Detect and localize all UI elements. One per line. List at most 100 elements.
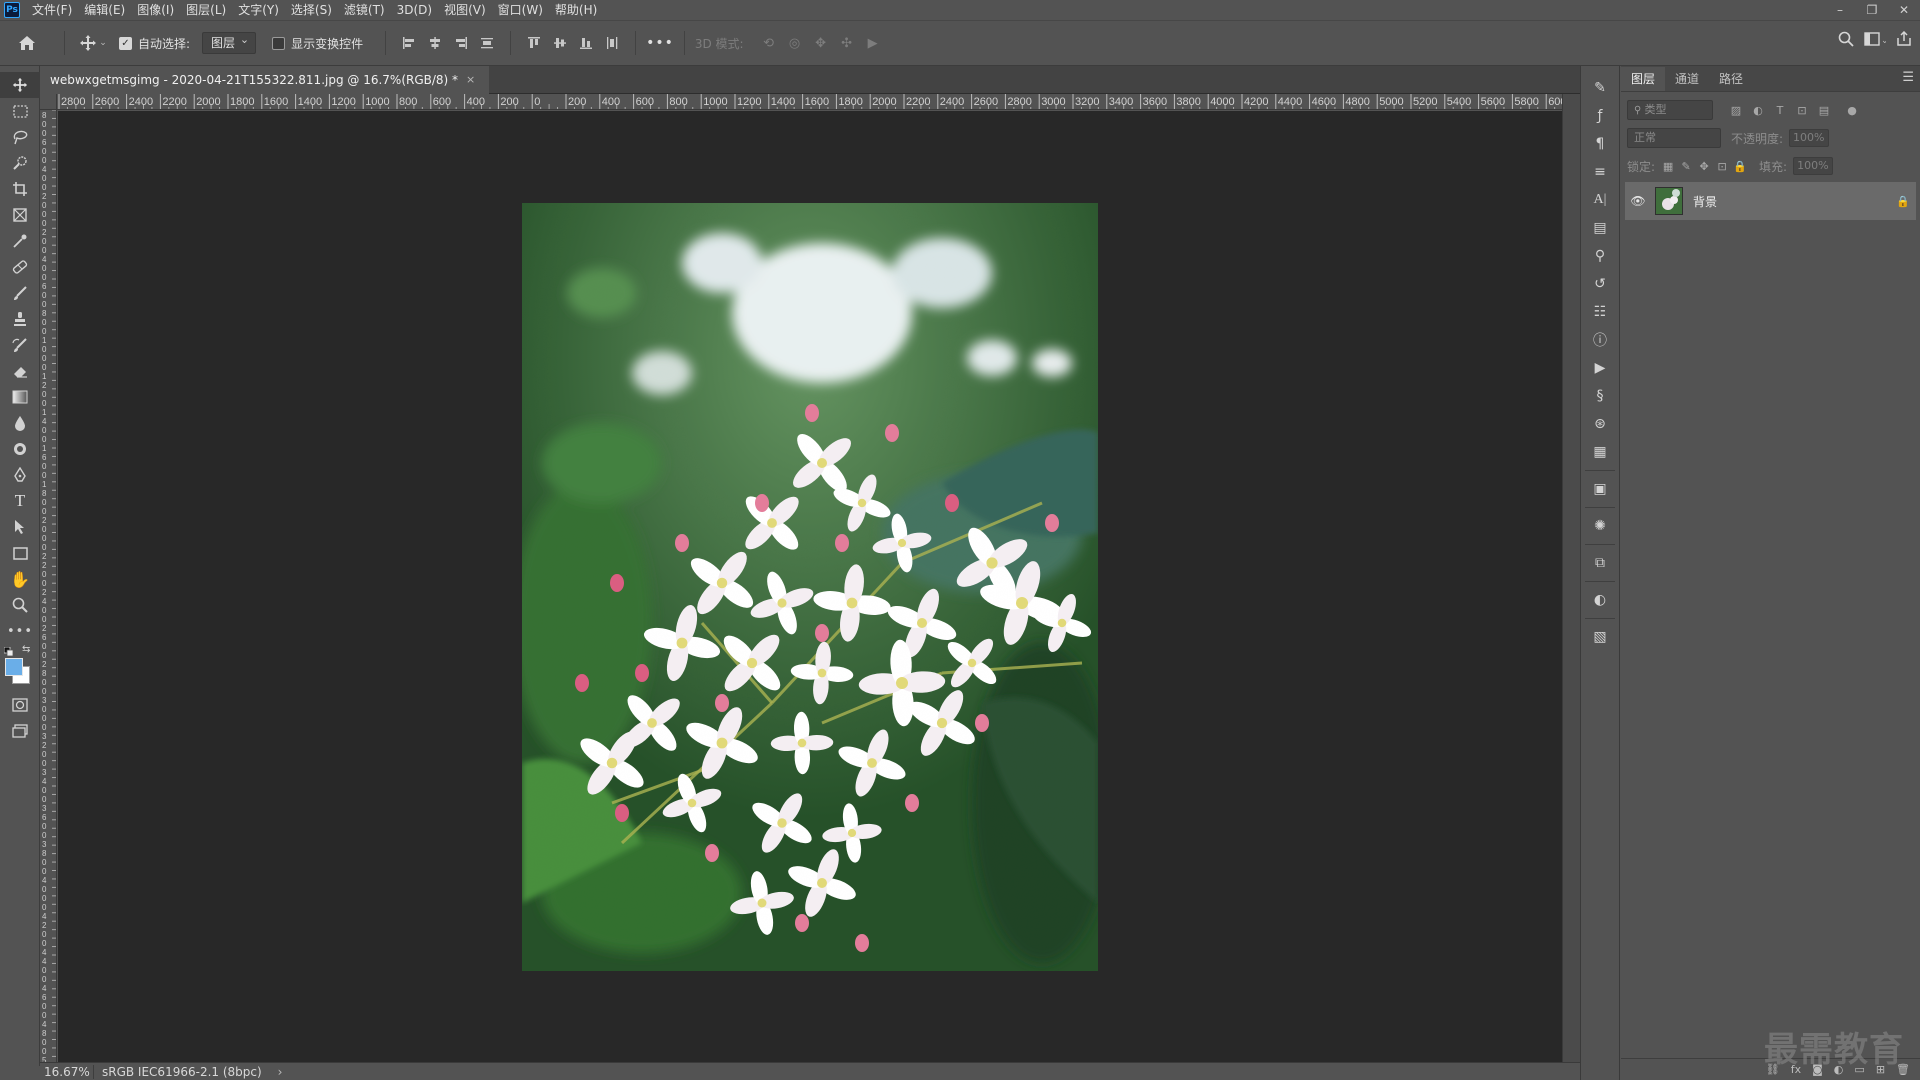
photoshop-logo[interactable]: Ps <box>4 2 20 18</box>
align-center-h-icon[interactable] <box>422 30 448 56</box>
menu-select[interactable]: 选择(S) <box>285 0 338 20</box>
align-left-icon[interactable] <box>396 30 422 56</box>
brush-settings-icon[interactable]: ✎ <box>1581 74 1619 102</box>
3d-orbit-icon[interactable]: ⟲ <box>756 30 782 56</box>
status-menu-arrow-icon[interactable]: › <box>278 1065 283 1079</box>
document-image[interactable] <box>522 203 1098 971</box>
lock-position-icon[interactable]: ✥ <box>1697 159 1711 173</box>
brush-icon[interactable] <box>0 280 40 306</box>
align-top-icon[interactable] <box>521 30 547 56</box>
tab-paths[interactable]: 路径 <box>1709 67 1753 91</box>
blur-icon[interactable] <box>0 410 40 436</box>
zoom-icon[interactable] <box>0 592 40 618</box>
fill-input[interactable]: 100% <box>1793 157 1834 175</box>
eraser-icon[interactable] <box>0 358 40 384</box>
blend-mode-select[interactable]: 正常 <box>1627 128 1721 148</box>
frame-icon[interactable] <box>0 202 40 228</box>
vertical-ruler[interactable]: 8006004002000200400600800100012001400160… <box>40 110 57 1062</box>
navigator-icon[interactable]: ✺ <box>1581 512 1619 540</box>
swap-colors-icon[interactable]: ⇆ <box>22 644 30 655</box>
auto-select-option[interactable]: ✓ 自动选择: <box>119 35 190 52</box>
gradients-icon[interactable]: ▧ <box>1581 623 1619 651</box>
history-icon[interactable]: ↺ <box>1581 270 1619 298</box>
layer-row[interactable]: 👁 背景 🔒 <box>1625 182 1916 220</box>
clone-source-icon[interactable]: ⚲ <box>1581 242 1619 270</box>
menu-image[interactable]: 图像(I) <box>131 0 180 20</box>
3d-scale-icon[interactable]: ▶ <box>860 30 886 56</box>
layer-filter-select[interactable]: ⚲ 类型 <box>1627 100 1713 120</box>
filter-type-icon[interactable]: T <box>1773 103 1787 117</box>
vertical-scrollbar[interactable] <box>1562 94 1580 1062</box>
filter-adjustment-icon[interactable]: ◐ <box>1751 103 1765 117</box>
workspace-icon[interactable]: ⌄ <box>1864 31 1886 47</box>
tab-channels[interactable]: 通道 <box>1665 67 1709 91</box>
show-transform-checkbox[interactable] <box>272 36 286 50</box>
paragraph-icon[interactable]: ¶ <box>1581 130 1619 158</box>
opacity-input[interactable]: 100% <box>1789 129 1830 147</box>
align-right-icon[interactable] <box>448 30 474 56</box>
glyphs-icon[interactable]: ▤ <box>1581 214 1619 242</box>
menu-window[interactable]: 窗口(W) <box>492 0 549 20</box>
quick-select-icon[interactable] <box>0 150 40 176</box>
panel-menu-icon[interactable]: ☰ <box>1902 70 1914 85</box>
color-icon[interactable]: ◐ <box>1581 586 1619 614</box>
layer-lock-icon[interactable]: 🔒 <box>1890 195 1916 208</box>
brushes-icon[interactable]: ƒ <box>1581 102 1619 130</box>
libraries-icon[interactable]: ▣ <box>1581 475 1619 503</box>
layer-visibility-icon[interactable]: 👁 <box>1625 194 1651 208</box>
lock-pixels-icon[interactable]: ✎ <box>1679 159 1693 173</box>
adjustments-icon[interactable]: ≡ <box>1581 158 1619 186</box>
path-select-icon[interactable] <box>0 514 40 540</box>
lock-all-icon[interactable]: 🔒 <box>1733 159 1747 173</box>
styles-icon[interactable]: § <box>1581 382 1619 410</box>
healing-brush-icon[interactable] <box>0 254 40 280</box>
document-tab[interactable]: webwxgetmsgimg - 2020-04-21T155322.811.j… <box>40 66 490 94</box>
menu-3d[interactable]: 3D(D) <box>391 0 438 20</box>
auto-select-checkbox[interactable]: ✓ <box>119 36 132 50</box>
marquee-icon[interactable] <box>0 98 40 124</box>
filter-shape-icon[interactable]: ⊡ <box>1795 103 1809 117</box>
move-tool-preset-icon[interactable]: ⌄ <box>75 34 111 52</box>
3d-roll-icon[interactable]: ◎ <box>782 30 808 56</box>
minimize-button[interactable]: – <box>1824 0 1856 20</box>
3d-icon[interactable]: ⊛ <box>1581 410 1619 438</box>
share-icon[interactable] <box>1896 31 1912 47</box>
home-icon[interactable] <box>0 35 54 51</box>
default-colors-icon[interactable] <box>3 646 14 657</box>
foreground-color-swatch[interactable] <box>5 658 23 676</box>
actions-icon[interactable]: ▶ <box>1581 354 1619 382</box>
more-tools-icon[interactable]: ••• <box>0 618 40 644</box>
more-options-button[interactable]: ••• <box>646 35 674 51</box>
properties-icon[interactable]: ☷ <box>1581 298 1619 326</box>
gradient-icon[interactable] <box>0 384 40 410</box>
type-icon[interactable]: T <box>0 488 40 514</box>
close-tab-icon[interactable]: × <box>466 66 475 94</box>
distribute-vertical-icon[interactable] <box>474 30 500 56</box>
menu-view[interactable]: 视图(V) <box>438 0 492 20</box>
clone-stamp-icon[interactable] <box>0 306 40 332</box>
restore-button[interactable]: ❐ <box>1856 0 1888 20</box>
lock-artboard-icon[interactable]: ⊡ <box>1715 159 1729 173</box>
filter-toggle-icon[interactable]: ● <box>1845 103 1859 117</box>
filter-pixel-icon[interactable]: ▨ <box>1729 103 1743 117</box>
eyedropper-icon[interactable] <box>0 228 40 254</box>
auto-select-target-select[interactable]: 图层 <box>202 30 257 54</box>
3d-slide-icon[interactable]: ✣ <box>834 30 860 56</box>
menu-file[interactable]: 文件(F) <box>26 0 78 20</box>
quick-mask-icon[interactable] <box>0 692 40 718</box>
menu-filter[interactable]: 滤镜(T) <box>338 0 391 20</box>
zoom-level-field[interactable]: 16.67% <box>40 1064 94 1079</box>
3d-pan-icon[interactable]: ✥ <box>808 30 834 56</box>
align-bottom-icon[interactable] <box>573 30 599 56</box>
horizontal-ruler[interactable]: 2800 2600 2400 2200 2000 1800 1600 1400 1200 1000… <box>57 94 1562 110</box>
hand-icon[interactable]: ✋ <box>0 566 40 592</box>
crop-icon[interactable] <box>0 176 40 202</box>
menu-help[interactable]: 帮助(H) <box>549 0 603 20</box>
move-icon[interactable] <box>0 72 40 98</box>
close-button[interactable]: ✕ <box>1888 0 1920 20</box>
info-icon[interactable]: ⓘ <box>1581 326 1619 354</box>
filter-smart-object-icon[interactable]: ▤ <box>1817 103 1831 117</box>
swatches-icon[interactable]: ▦ <box>1581 438 1619 466</box>
menu-edit[interactable]: 编辑(E) <box>78 0 131 20</box>
ruler-origin[interactable] <box>40 94 57 110</box>
